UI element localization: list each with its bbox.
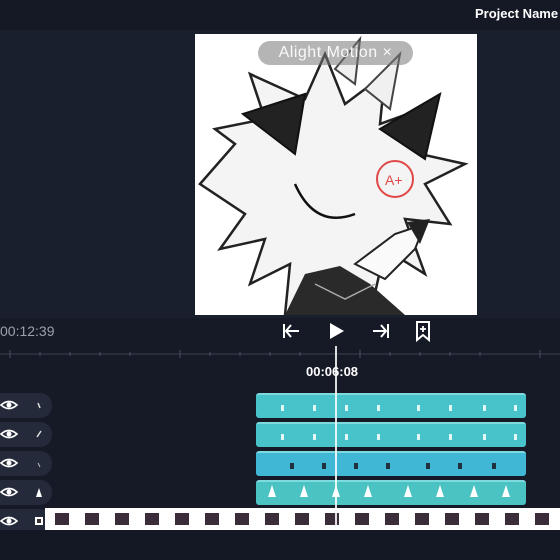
timeline-ruler[interactable] [0, 346, 560, 362]
playhead-time: 00:06:08 [306, 364, 359, 379]
frame-thumbnails [55, 513, 549, 525]
visibility-eye-icon[interactable] [0, 456, 18, 470]
layer-header-1[interactable] [0, 393, 52, 418]
layer-thumbnail [35, 517, 43, 525]
playhead-line[interactable] [335, 346, 337, 560]
layer-header-2[interactable] [0, 422, 52, 447]
character-artwork: A+ [198, 35, 469, 315]
visibility-eye-icon[interactable] [0, 514, 18, 528]
current-time: 00:12:39 [0, 323, 55, 339]
add-bookmark-icon[interactable] [412, 320, 434, 342]
layer-header-4[interactable] [0, 480, 52, 505]
watermark-badge[interactable]: Alight Motion × [258, 41, 413, 65]
project-name[interactable]: Project Name [475, 6, 558, 21]
visibility-eye-icon[interactable] [0, 398, 18, 412]
layer-thumbnail [37, 402, 41, 409]
layer-thumbnail [37, 462, 41, 468]
layer-thumbnail [36, 488, 42, 497]
top-bar: Project Name [0, 0, 560, 30]
bottom-rail [0, 530, 560, 560]
preview-canvas[interactable]: A+ [195, 34, 477, 315]
video-frame-strip[interactable] [45, 508, 560, 530]
visibility-eye-icon[interactable] [0, 427, 18, 441]
layer-thumbnail [36, 430, 42, 438]
skip-to-start-icon[interactable] [280, 320, 302, 342]
play-icon[interactable] [325, 320, 347, 342]
skip-to-end-icon[interactable] [370, 320, 392, 342]
svg-text:A+: A+ [385, 172, 403, 188]
visibility-eye-icon[interactable] [0, 485, 18, 499]
track-frame-markers [268, 405, 517, 497]
layer-header-3[interactable] [0, 451, 52, 476]
